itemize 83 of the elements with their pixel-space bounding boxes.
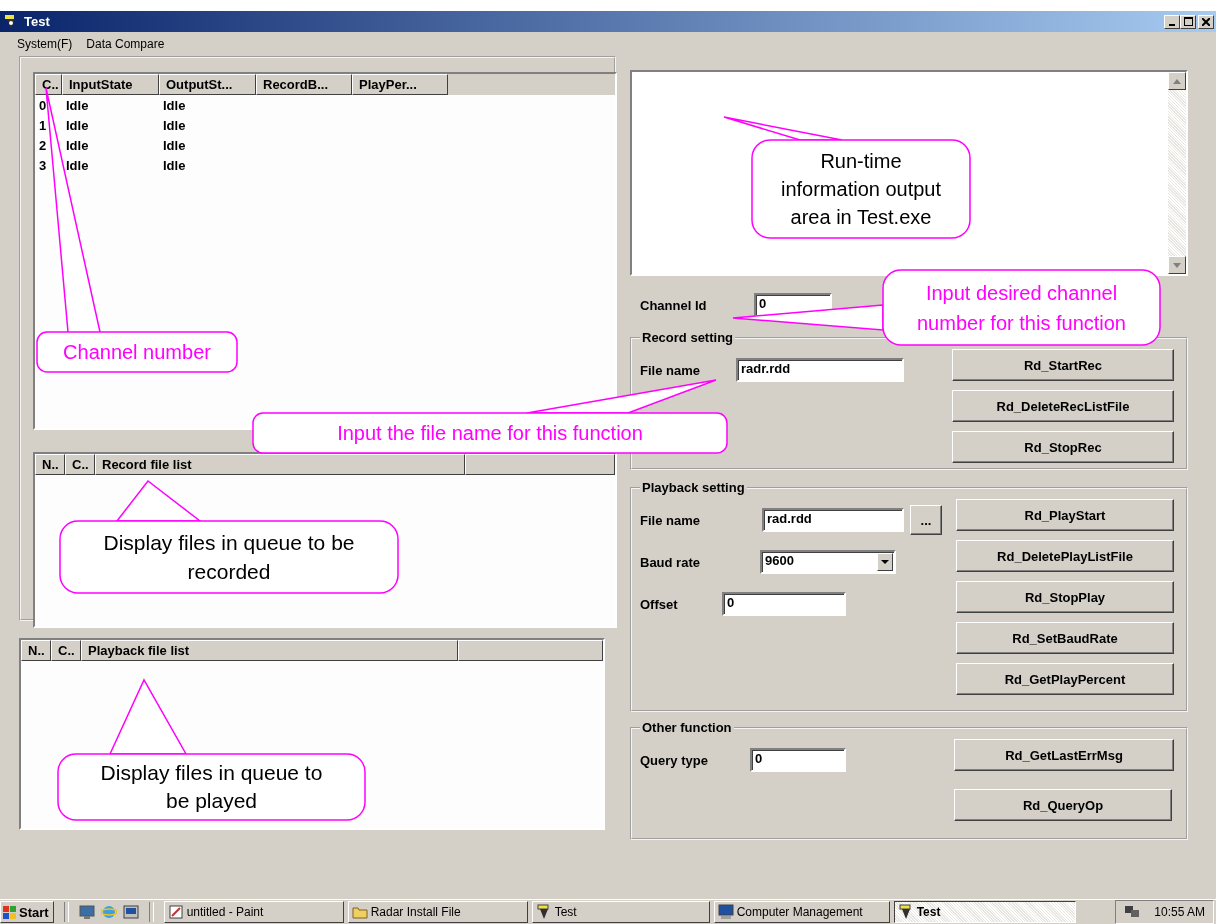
- field-label: Query type: [640, 752, 709, 768]
- column-header[interactable]: Record file list: [95, 454, 465, 475]
- desktop-icon[interactable]: [78, 904, 95, 920]
- table-cell-text: 2: [38, 137, 48, 153]
- input-field[interactable]: 0: [750, 748, 846, 772]
- action-button[interactable]: Rd_QueryOp: [954, 789, 1172, 821]
- column-header[interactable]: RecordB...: [256, 74, 352, 95]
- field-label: Offset: [640, 596, 679, 612]
- action-button[interactable]: Rd_PlayStart: [956, 499, 1174, 531]
- taskbar-item[interactable]: Radar Install File: [347, 901, 528, 923]
- minimize-icon: [1169, 23, 1175, 26]
- action-button[interactable]: Rd_GetLastErrMsg: [954, 739, 1174, 771]
- action-button[interactable]: Rd_DeleteRecListFile: [952, 390, 1174, 422]
- minimize-button[interactable]: [1164, 14, 1180, 29]
- input-field[interactable]: rad.rdd: [762, 508, 904, 532]
- field-label: Channel Id: [640, 297, 708, 313]
- windows-flag-icon: [3, 905, 17, 919]
- column-header[interactable]: C..: [51, 640, 81, 661]
- column-header[interactable]: C..: [35, 74, 62, 95]
- taskbar-item[interactable]: untitled - Paint: [163, 901, 344, 923]
- column-header[interactable]: OutputSt...: [159, 74, 256, 95]
- network-icon[interactable]: [1124, 905, 1141, 919]
- input-field[interactable]: 0: [722, 592, 846, 616]
- table-cell-text: Idle: [65, 117, 90, 133]
- column-header[interactable]: [465, 454, 615, 475]
- scroll-bar[interactable]: [1168, 72, 1186, 274]
- action-button[interactable]: Rd_GetPlayPercent: [956, 663, 1174, 695]
- field-label: File name: [640, 512, 701, 528]
- taskbar-item[interactable]: Test: [531, 901, 710, 923]
- table-cell-text: 1: [38, 117, 48, 133]
- media-icon[interactable]: [122, 904, 139, 920]
- table-cell-text: Idle: [162, 137, 187, 153]
- dropdown[interactable]: 9600: [760, 550, 896, 574]
- window-title: Test: [24, 14, 50, 29]
- table-cell-text: 0: [38, 97, 48, 113]
- callout-text: Input the file name for this function: [337, 421, 643, 446]
- column-header[interactable]: N..: [35, 454, 65, 475]
- action-button[interactable]: Rd_DeletePlayListFile: [956, 540, 1174, 572]
- paint-icon: [167, 904, 184, 920]
- table-cell-text: Idle: [65, 97, 90, 113]
- maximize-icon: [1183, 17, 1193, 26]
- table-cell-text: 3: [38, 157, 48, 173]
- action-button[interactable]: Rd_StopPlay: [956, 581, 1174, 613]
- table-cell-text: Idle: [65, 157, 90, 173]
- browse-button[interactable]: ...: [910, 505, 942, 535]
- table-cell-text: Idle: [65, 137, 90, 153]
- column-header[interactable]: Playback file list: [81, 640, 458, 661]
- table-cell-text: Idle: [162, 97, 187, 113]
- table-cell-text: Idle: [162, 117, 187, 133]
- folder-icon: [351, 905, 368, 919]
- column-header[interactable]: InputState: [62, 74, 159, 95]
- table-cell-text: Idle: [162, 157, 187, 173]
- clock: 10:55 AM: [1154, 905, 1205, 919]
- column-header[interactable]: C..: [65, 454, 95, 475]
- group-title: Playback setting: [641, 480, 746, 495]
- column-header[interactable]: N..: [21, 640, 51, 661]
- menu-item[interactable]: Data Compare: [86, 37, 165, 51]
- computer-icon: [717, 904, 734, 920]
- action-button[interactable]: Rd_StartRec: [952, 349, 1174, 381]
- callout-text: Display files in queue to be played: [99, 760, 324, 814]
- action-button[interactable]: Rd_SetBaudRate: [956, 622, 1174, 654]
- callout-text: Run-time information output area in Test.exe: [779, 149, 943, 230]
- column-header[interactable]: [458, 640, 603, 661]
- callout-text: Input desired channel number for this function: [916, 280, 1127, 336]
- column-header[interactable]: PlayPer...: [352, 74, 448, 95]
- callout-text: Channel number: [63, 340, 211, 365]
- input-field[interactable]: radr.rdd: [736, 358, 904, 382]
- app-icon: [535, 904, 552, 920]
- callout-text: Display files in queue to be recorded: [102, 530, 356, 585]
- field-label: File name: [640, 362, 701, 378]
- close-button[interactable]: [1198, 14, 1214, 29]
- taskbar-item[interactable]: Test: [893, 901, 1076, 923]
- action-button[interactable]: Rd_StopRec: [952, 431, 1174, 463]
- close-icon: [1202, 17, 1210, 26]
- start-button[interactable]: Start: [0, 901, 54, 923]
- group-title: Other function: [641, 720, 733, 735]
- field-label: Baud rate: [640, 554, 701, 570]
- menu-item[interactable]: System(F): [17, 37, 73, 51]
- maximize-button[interactable]: [1180, 14, 1196, 29]
- group-title: Record setting: [641, 330, 734, 345]
- app-icon: [897, 904, 914, 920]
- app-icon: [4, 13, 18, 30]
- taskbar-item[interactable]: Computer Management: [713, 901, 890, 923]
